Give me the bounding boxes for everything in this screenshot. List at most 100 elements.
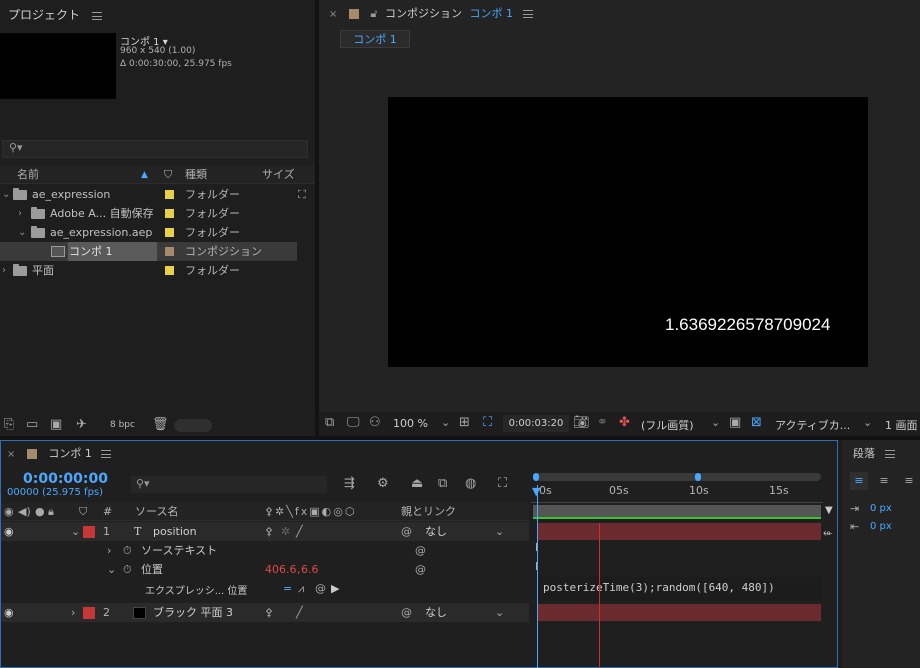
layer-row[interactable]: ◉ ⌄ 1 T position ⚴ ✲ ╱ @ なし ⌄ bbox=[1, 522, 529, 541]
panel-menu-icon[interactable] bbox=[91, 11, 102, 20]
new-comp-icon[interactable]: ▣ bbox=[50, 417, 62, 432]
navigator-start-handle[interactable] bbox=[533, 473, 539, 481]
sort-asc-icon[interactable]: ▲ bbox=[141, 166, 148, 184]
panel-menu-icon[interactable] bbox=[522, 10, 533, 18]
label-swatch[interactable] bbox=[165, 266, 174, 275]
parent-select[interactable]: なし bbox=[425, 522, 447, 541]
frame-blending-icon[interactable]: ⧉ bbox=[438, 476, 447, 491]
chevron-down-icon[interactable]: ⌄ bbox=[107, 560, 116, 579]
chevron-down-icon[interactable]: ⌄ bbox=[863, 416, 872, 429]
stopwatch-icon[interactable]: ⏱ bbox=[123, 560, 132, 579]
project-item[interactable]: › Adobe A... 自動保存 フォルダー bbox=[0, 204, 312, 223]
panel-menu-icon[interactable] bbox=[884, 450, 895, 458]
property-row[interactable]: ⌄ ⏱ 位置 406.6 , 6.6 @ bbox=[1, 560, 529, 579]
comp-label-swatch[interactable] bbox=[348, 9, 359, 19]
solo-icon[interactable]: ● bbox=[35, 503, 45, 521]
shy-layers-icon[interactable]: ⏏ bbox=[411, 476, 423, 491]
switch-quality-icon[interactable]: ╱ bbox=[296, 603, 303, 622]
navigator-end-handle[interactable] bbox=[695, 473, 701, 481]
layer-name[interactable]: position bbox=[153, 522, 197, 541]
expand-chevron-icon[interactable]: › bbox=[71, 603, 75, 622]
label-tag-icon[interactable]: ⛉ bbox=[164, 166, 172, 184]
comp-canvas[interactable]: 1.6369226578709024 bbox=[388, 97, 868, 367]
switch-shy-icon[interactable]: ⚴ bbox=[265, 522, 273, 541]
work-area-end-icon[interactable]: ▼ bbox=[825, 505, 833, 516]
transparency-grid-icon[interactable]: ⊠ bbox=[751, 415, 762, 430]
expression-graph-icon[interactable]: ⩘ bbox=[298, 579, 304, 598]
motion-blur-icon[interactable]: ◍ bbox=[465, 476, 476, 491]
pickwhip-icon[interactable]: @ bbox=[401, 603, 412, 622]
work-area-bar[interactable] bbox=[533, 505, 821, 517]
col-size[interactable]: サイズ bbox=[262, 166, 295, 184]
layer-label-swatch[interactable] bbox=[83, 526, 95, 538]
close-icon[interactable]: × bbox=[7, 449, 15, 460]
vr-mask-icon[interactable]: ⚇ bbox=[369, 415, 381, 430]
zoom-select[interactable]: 100 % bbox=[393, 417, 428, 430]
monitor-icon[interactable]: 🖵 bbox=[347, 415, 360, 430]
chevron-down-icon[interactable]: ⌄ bbox=[441, 416, 450, 429]
camera-select[interactable]: アクティブカ... bbox=[775, 417, 850, 433]
stopwatch-icon[interactable]: ⏱ bbox=[123, 541, 132, 560]
views-select[interactable]: 1 画面 bbox=[885, 417, 918, 433]
canvas-text-layer[interactable]: 1.6369226578709024 bbox=[665, 315, 830, 335]
align-center-button[interactable]: ≡ bbox=[875, 472, 893, 490]
resolution-select[interactable]: (フル画質) bbox=[641, 417, 694, 433]
draft-3d-icon[interactable]: ⚙ bbox=[377, 476, 389, 491]
chevron-right-icon[interactable]: › bbox=[2, 261, 6, 280]
comp-mini-flowchart-icon[interactable]: ⇶ bbox=[344, 476, 355, 491]
chevron-right-icon[interactable]: › bbox=[107, 541, 111, 560]
indent-first-value[interactable]: 0 px bbox=[870, 521, 892, 532]
position-y-value[interactable]: 6.6 bbox=[301, 560, 319, 579]
project-scrollbar[interactable] bbox=[174, 419, 212, 432]
expression-enable-icon[interactable]: = bbox=[283, 579, 292, 598]
chevron-down-icon[interactable]: ⌄ bbox=[18, 223, 26, 242]
col-source[interactable]: ソース名 bbox=[135, 503, 178, 521]
project-item[interactable]: ⌄ ae_expression フォルダー ⛶ bbox=[0, 185, 312, 204]
always-preview-icon[interactable]: ⧉ bbox=[325, 415, 334, 430]
graph-editor-icon[interactable]: ⛶ bbox=[498, 476, 507, 491]
audio-icon[interactable]: ◀) bbox=[18, 503, 31, 521]
graph-toggle-icon[interactable]: ⬰ bbox=[823, 525, 833, 540]
parent-select[interactable]: なし bbox=[425, 603, 447, 622]
pickwhip-icon[interactable]: @ bbox=[415, 560, 426, 579]
pickwhip-icon[interactable]: @ bbox=[415, 541, 426, 560]
property-row[interactable]: › ⏱ ソーステキスト @ bbox=[1, 541, 529, 560]
layer-row[interactable]: ◉ › 2 ブラック 平面 3 ⚴ ╱ @ なし ⌄ bbox=[1, 603, 529, 622]
label-tag-icon[interactable]: ⛉ bbox=[79, 503, 87, 521]
expression-code[interactable]: posterizeTime(3);random([640, 480]) bbox=[543, 581, 775, 594]
collapse-chevron-icon[interactable]: ⌄ bbox=[71, 522, 80, 541]
lock-icon[interactable]: 🔓︎ bbox=[370, 7, 377, 20]
col-parent[interactable]: 親とリンク bbox=[401, 503, 456, 521]
visibility-eye-icon[interactable]: ◉ bbox=[4, 522, 14, 541]
expression-menu-icon[interactable]: ▶ bbox=[331, 579, 339, 598]
grid-guide-icon[interactable]: ⊞ bbox=[459, 415, 470, 430]
indent-left-value[interactable]: 0 px bbox=[870, 503, 892, 514]
time-navigator[interactable] bbox=[533, 473, 821, 481]
chevron-down-icon[interactable]: ⌄ bbox=[711, 416, 720, 429]
expression-pickwhip-icon[interactable]: @ bbox=[315, 579, 326, 598]
layer-search-input[interactable]: ⚲▾ bbox=[131, 476, 327, 493]
pickwhip-icon[interactable]: @ bbox=[401, 522, 412, 541]
timecode-field[interactable]: 0:00:03:20 bbox=[503, 415, 569, 432]
flowchart-icon[interactable]: ⛶ bbox=[298, 185, 306, 204]
project-item[interactable]: › 平面 フォルダー bbox=[0, 261, 312, 280]
render-queue-icon[interactable]: ✈ bbox=[76, 417, 87, 432]
interpret-footage-icon[interactable]: ⎘ bbox=[4, 417, 14, 432]
comp-tab[interactable]: コンポ 1 bbox=[340, 30, 410, 48]
comp-label-swatch[interactable] bbox=[26, 449, 37, 459]
show-snapshot-icon[interactable]: ⚭ bbox=[597, 415, 608, 430]
trash-icon[interactable]: 🗑 bbox=[152, 417, 169, 432]
label-swatch[interactable] bbox=[165, 190, 174, 199]
layer-duration-bar[interactable] bbox=[537, 523, 821, 540]
label-swatch[interactable] bbox=[165, 209, 174, 218]
time-ruler[interactable]: 0s 05s 10s 15s bbox=[531, 483, 823, 503]
region-of-interest-icon[interactable]: ▣ bbox=[729, 415, 741, 430]
playhead[interactable] bbox=[537, 485, 538, 668]
close-icon[interactable]: × bbox=[329, 9, 337, 20]
position-x-value[interactable]: 406.6 bbox=[265, 560, 297, 579]
switch-collapse-icon[interactable]: ✲ bbox=[281, 522, 290, 541]
layer-label-swatch[interactable] bbox=[83, 607, 95, 619]
layer-duration-bar[interactable] bbox=[537, 604, 821, 621]
chevron-right-icon[interactable]: › bbox=[18, 204, 22, 223]
project-item-selected[interactable]: コンポ 1 コンポジション bbox=[0, 242, 297, 261]
